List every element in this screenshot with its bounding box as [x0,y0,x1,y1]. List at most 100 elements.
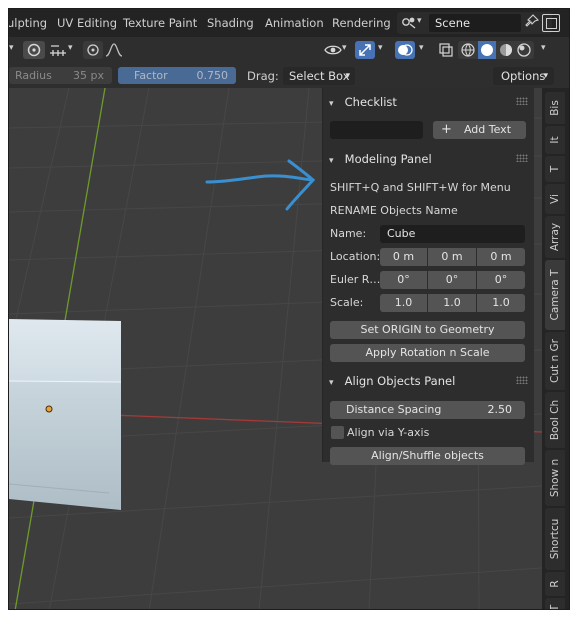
object-name-field[interactable]: Cube [380,225,525,243]
scale-y-field[interactable]: 1.0 [428,294,476,312]
pin-icon[interactable] [525,14,540,32]
chevron-down-icon: ▾ [329,156,334,166]
sidebar-tab-array[interactable]: Array [545,216,565,258]
set-origin-button[interactable]: Set ORIGIN to Geometry [330,321,525,339]
chevron-down-icon[interactable]: ▾ [378,43,383,53]
sidebar-tab-label: It [549,136,561,144]
modeling-panel-title: Modeling Panel [344,152,432,166]
workspace-header: ulpting UV Editing Texture Paint Shading… [9,9,569,37]
chevron-down-icon[interactable]: ▾ [419,43,424,53]
drag-select-dropdown[interactable]: Select Box ▾ [283,67,355,85]
drag-grip-icon[interactable] [516,97,528,105]
distance-spacing-value: 2.50 [487,403,513,416]
sidebar-tab-label: T [549,604,561,610]
snap-icon[interactable] [47,41,69,59]
annotation-arrow-icon [205,159,316,211]
modeling-panel-header[interactable]: ▾ Modeling Panel [329,149,432,169]
sidebar-tab-label: Vi [549,194,561,204]
chevron-down-icon: ▾ [329,99,334,109]
sidebar-panel: ▾ Checklist + Add Text ▾ Modeling Panel … [322,87,534,465]
sidebar-tab-shortcuts[interactable]: Shortcu [545,508,565,570]
align-y-axis-label: Align via Y-axis [347,426,430,439]
sidebar-tab-it[interactable]: It [545,126,565,154]
name-label: Name: [330,227,367,240]
rotation-y-field[interactable]: 0° [428,271,476,289]
rotation-x-field[interactable]: 0° [380,271,427,289]
rotation-z-field[interactable]: 0° [477,271,525,289]
sidebar-tab-label: T [549,165,561,173]
sidebar-tab-show[interactable]: Show n [545,450,565,506]
drag-label: Drag: [247,69,279,83]
chevron-down-icon: ▾ [543,71,548,81]
sidebar-tab-bis[interactable]: Bis [545,92,565,124]
tab-uv-editing[interactable]: UV Editing [57,16,117,30]
xray-icon[interactable] [437,41,455,59]
radius-value: 35 px [73,69,104,82]
checklist-panel-header[interactable]: ▾ Checklist [329,92,397,112]
sidebar-tab-t2[interactable]: T [545,598,565,610]
checklist-title: Checklist [344,95,397,109]
checklist-text-input[interactable] [330,121,423,139]
sidebar-tab-bool[interactable]: Bool Ch [545,392,565,448]
scene-selector[interactable]: ▾ Scene [397,12,552,34]
apply-rotation-scale-button[interactable]: Apply Rotation n Scale [330,344,525,362]
align-panel-header[interactable]: ▾ Align Objects Panel [329,371,455,391]
rename-label: RENAME Objects Name [330,204,458,217]
location-y-field[interactable]: 0 m [428,248,476,266]
tab-animation[interactable]: Animation [265,16,324,30]
transform-pivot-icon[interactable] [23,41,45,59]
falloff-icon[interactable] [103,41,125,59]
sidebar-tab-label: Camera T [549,269,561,321]
radius-field[interactable]: Radius 35 px [9,67,112,84]
chevron-down-icon: ▾ [345,71,350,81]
sidebar-tab-vi[interactable]: Vi [545,184,565,214]
sidebar-tab-cut[interactable]: Cut n Gr [545,332,565,390]
visibility-icon[interactable] [323,41,343,59]
sidebar-tab-label: R [549,580,561,588]
sidebar-tab-label: Bool Ch [549,399,561,441]
sidebar-tab-label: Cut n Gr [549,339,561,383]
tab-shading[interactable]: Shading [207,16,254,30]
align-shuffle-button[interactable]: Align/Shuffle objects [330,447,525,465]
drag-grip-icon[interactable] [516,154,528,162]
new-scene-icon[interactable] [542,14,560,32]
sidebar-tab-t[interactable]: T [545,156,565,182]
rotation-label: Euler R… [330,273,381,286]
scale-z-field[interactable]: 1.0 [477,294,525,312]
chevron-down-icon[interactable]: ▾ [342,43,347,53]
sidebar-tab-label: Shortcu [549,518,561,560]
distance-spacing-label: Distance Spacing [346,403,442,416]
radius-label: Radius [15,69,52,82]
sidebar-tab-label: Bis [549,100,561,116]
location-z-field[interactable]: 0 m [477,248,525,266]
scale-x-field[interactable]: 1.0 [380,294,427,312]
align-y-axis-checkbox[interactable] [331,426,344,439]
sidebar-tab-camera[interactable]: Camera T [545,260,565,330]
chevron-down-icon[interactable]: ▾ [68,43,73,53]
location-x-field[interactable]: 0 m [380,248,427,266]
tab-sculpting[interactable]: ulpting [9,16,47,30]
gizmo-icon[interactable] [355,41,375,59]
options-dropdown[interactable]: Options ▾ [493,67,554,85]
proportional-edit-icon[interactable] [83,41,103,59]
sidebar-tab-r[interactable]: R [545,572,565,596]
overlays-icon[interactable] [395,41,415,59]
shading-modes [458,41,534,59]
scale-label: Scale: [330,296,364,309]
tab-rendering[interactable]: Rendering [332,16,391,30]
tab-texture-paint[interactable]: Texture Paint [123,16,197,30]
scene-name-field[interactable]: Scene [429,14,521,32]
sidebar-tab-label: Show n [549,458,561,498]
chevron-down-icon[interactable]: ▾ [541,43,546,53]
align-panel-title: Align Objects Panel [344,374,456,388]
viewport-header: ▾ ▾ ▾ ▾ ▾ ▾ [9,37,569,63]
add-text-button[interactable]: + Add Text [433,121,526,139]
origin-point [45,405,53,413]
drag-grip-icon[interactable] [516,376,528,384]
factor-label: Factor [134,69,168,82]
distance-spacing-field[interactable]: Distance Spacing 2.50 [330,401,525,419]
sidebar-tabs: Bis It T Vi Array Camera T Cut n Gr Bool… [542,88,569,610]
chevron-down-icon[interactable]: ▾ [9,43,14,53]
chevron-down-icon: ▾ [417,16,422,26]
factor-field[interactable]: Factor 0.750 [118,67,236,84]
